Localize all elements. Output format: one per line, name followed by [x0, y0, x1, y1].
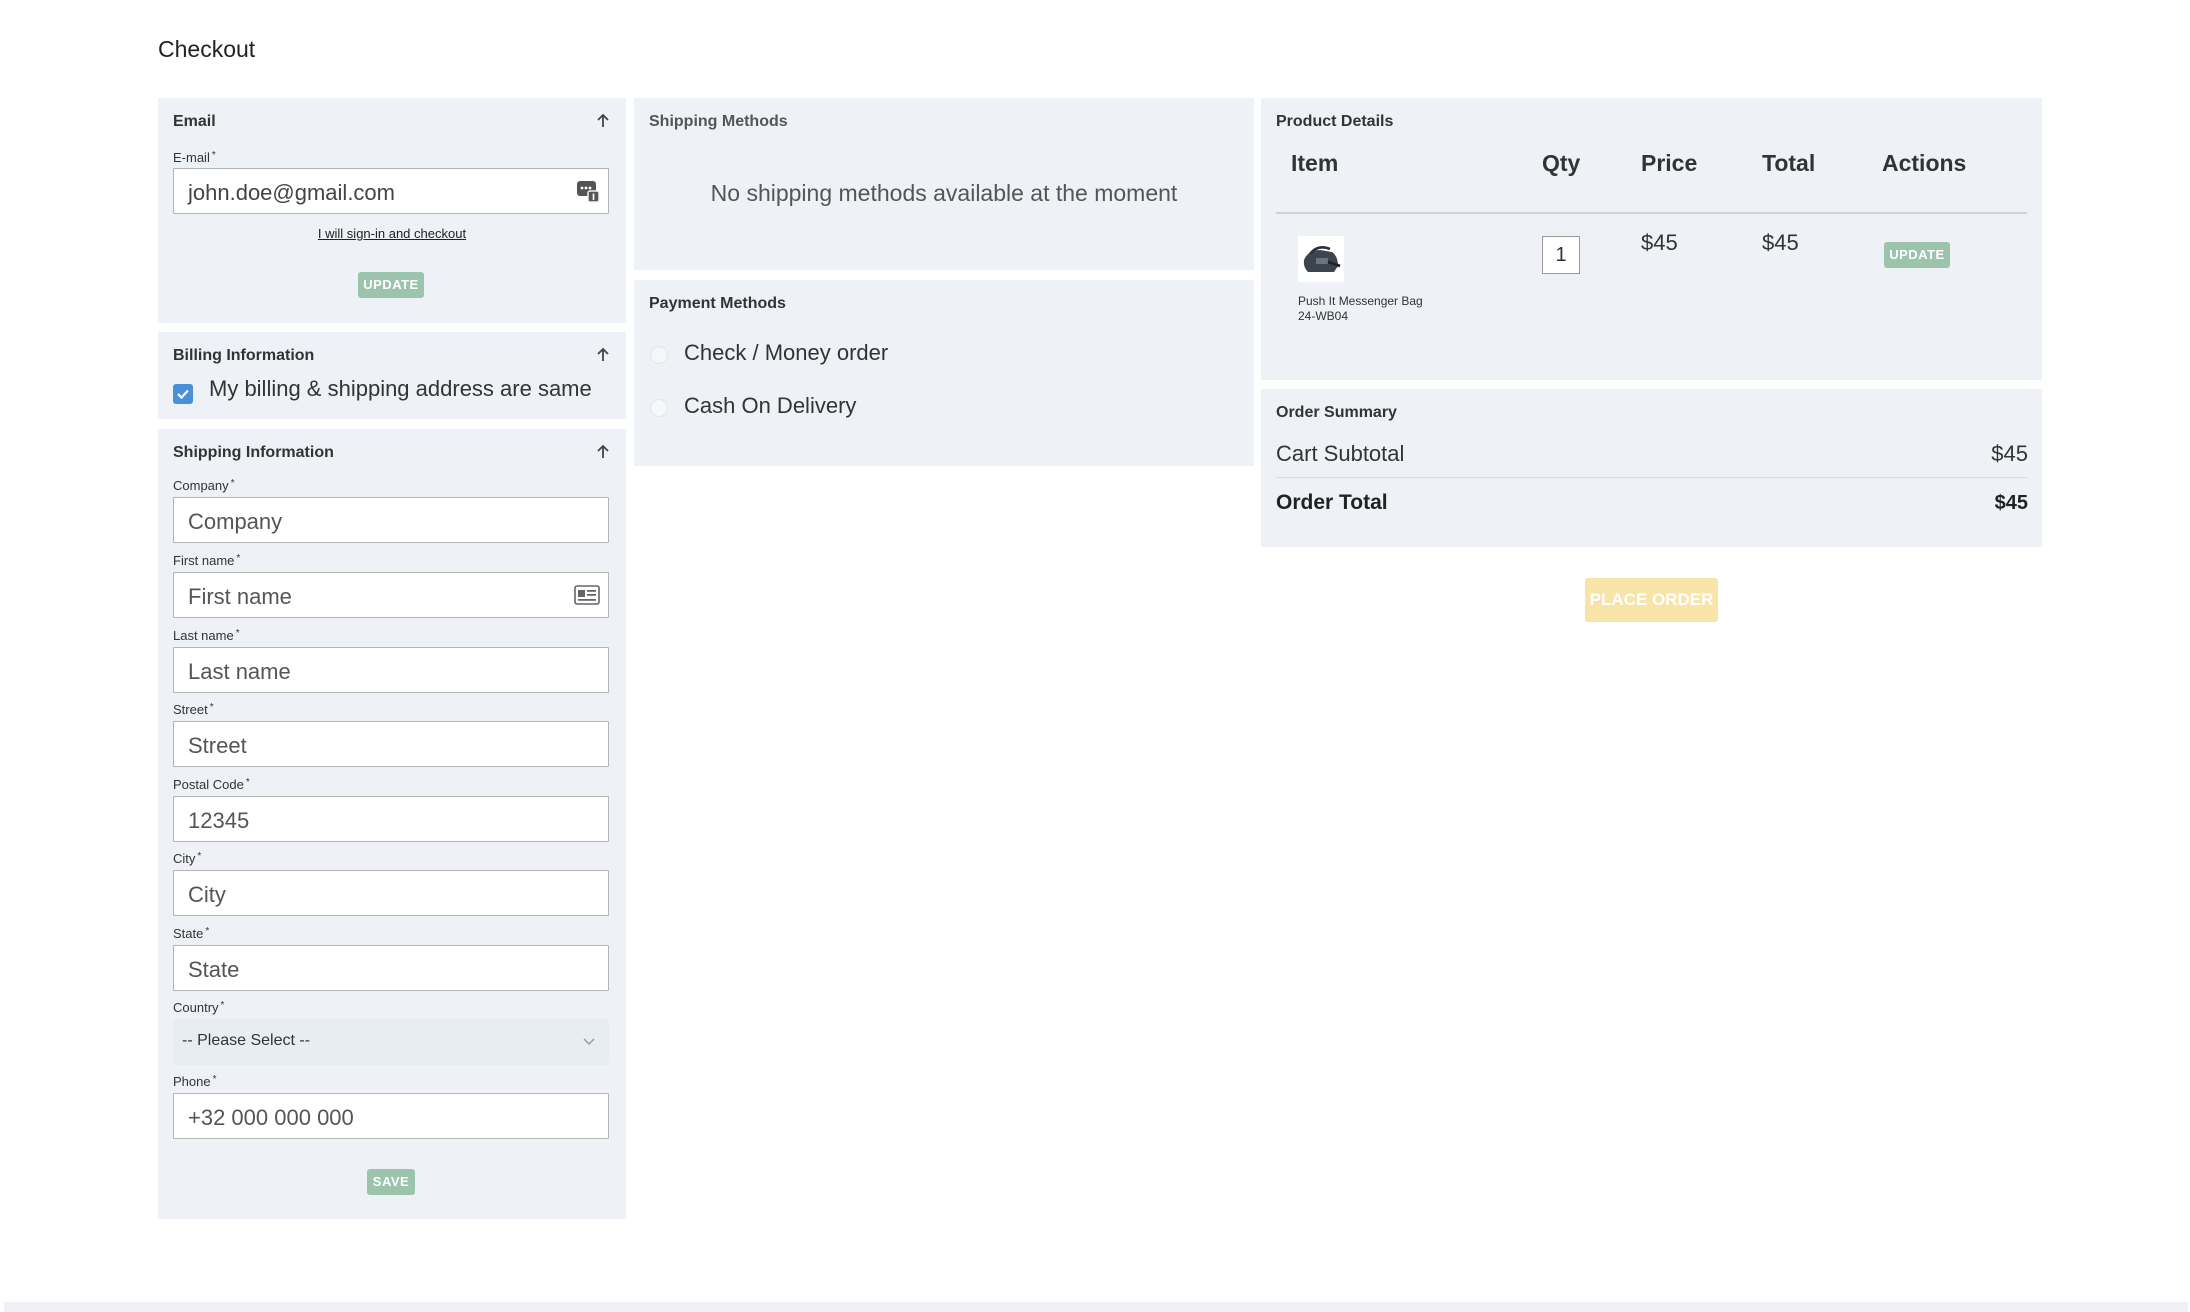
- quantity-input[interactable]: 1: [1542, 236, 1580, 274]
- payment-option-label[interactable]: Check / Money order: [684, 340, 888, 366]
- phone-placeholder: +32 000 000 000: [188, 1105, 354, 1130]
- postal-code-placeholder: 12345: [188, 808, 250, 833]
- save-button[interactable]: SAVE: [367, 1169, 415, 1195]
- page-title: Checkout: [158, 36, 256, 62]
- order-summary-title: Order Summary: [1276, 404, 1397, 421]
- country-label: Country *: [173, 1000, 225, 1015]
- company-placeholder: Company: [188, 509, 283, 534]
- arrow-up-icon[interactable]: [594, 112, 612, 130]
- column-header-actions: Actions: [1882, 150, 1967, 176]
- country-selected-value: -- Please Select --: [182, 1032, 311, 1049]
- product-sku: 24-WB04: [1298, 309, 1349, 323]
- street-field[interactable]: Street: [173, 721, 609, 767]
- last-name-field[interactable]: Last name: [173, 647, 609, 693]
- shipping-information-panel: Shipping Information Company * Company Fi…: [158, 429, 626, 1219]
- contact-card-icon[interactable]: [574, 585, 600, 605]
- street-label: Street *: [173, 702, 214, 717]
- first-name-placeholder: First name: [188, 584, 292, 609]
- quantity-value: 1: [1555, 244, 1567, 266]
- city-field[interactable]: City: [173, 870, 609, 916]
- email-field[interactable]: john.doe@gmail.com: [173, 168, 609, 214]
- table-row: Push It Messenger Bag 24-WB04 1 $45 $45 …: [1261, 214, 2042, 334]
- item-price: $45: [1641, 230, 1678, 255]
- summary-divider: [1276, 477, 2027, 478]
- country-select[interactable]: -- Please Select --: [173, 1019, 609, 1065]
- email-label: E-mail *: [173, 150, 216, 165]
- item-update-button[interactable]: UPDATE: [1884, 242, 1950, 268]
- signin-checkout-link[interactable]: I will sign-in and checkout: [158, 226, 626, 241]
- column-header-qty: Qty: [1542, 150, 1581, 176]
- autofill-key-icon[interactable]: [576, 179, 600, 203]
- last-name-label: Last name *: [173, 628, 240, 643]
- payment-methods-panel: Payment Methods Check / Money order Cash…: [634, 280, 1254, 466]
- arrow-up-icon[interactable]: [594, 346, 612, 364]
- email-value: john.doe@gmail.com: [188, 180, 395, 205]
- postal-code-field[interactable]: 12345: [173, 796, 609, 842]
- order-total-value: $45: [1994, 492, 2028, 514]
- first-name-field[interactable]: First name: [173, 572, 609, 618]
- state-placeholder: State: [188, 957, 240, 982]
- product-details-panel: Product Details Item Qty Price Total Act…: [1261, 98, 2042, 380]
- payment-methods-title: Payment Methods: [649, 295, 786, 312]
- phone-field[interactable]: +32 000 000 000: [173, 1093, 609, 1139]
- payment-radio-check-money-order[interactable]: [650, 346, 668, 364]
- product-name: Push It Messenger Bag: [1298, 294, 1423, 308]
- same-address-label: My billing & shipping address are same: [209, 376, 592, 401]
- column-header-item: Item: [1291, 150, 1339, 176]
- column-header-total: Total: [1762, 150, 1816, 176]
- company-label: Company *: [173, 478, 235, 493]
- billing-panel: Billing Information My billing & shippin…: [158, 332, 626, 419]
- state-label: State *: [173, 926, 210, 941]
- shipping-information-title: Shipping Information: [173, 444, 334, 461]
- order-total-label: Order Total: [1276, 491, 1388, 514]
- shipping-methods-title: Shipping Methods: [649, 113, 788, 130]
- cart-subtotal-value: $45: [1991, 441, 2028, 466]
- shipping-methods-panel: Shipping Methods No shipping methods ava…: [634, 98, 1254, 270]
- company-field[interactable]: Company: [173, 497, 609, 543]
- chevron-down-icon: [583, 1038, 595, 1045]
- product-details-title: Product Details: [1276, 113, 1394, 130]
- product-thumbnail[interactable]: [1298, 236, 1344, 282]
- email-update-button[interactable]: UPDATE: [358, 272, 424, 298]
- arrow-up-icon[interactable]: [594, 443, 612, 461]
- email-panel: Email E-mail * john.doe@gmail.com I will …: [158, 98, 626, 323]
- no-shipping-methods-message: No shipping methods available at the mom…: [710, 180, 1178, 206]
- same-address-checkbox[interactable]: [173, 384, 193, 404]
- city-placeholder: City: [188, 882, 226, 907]
- last-name-placeholder: Last name: [188, 659, 291, 684]
- city-label: City *: [173, 851, 202, 866]
- street-placeholder: Street: [188, 733, 247, 758]
- column-header-price: Price: [1641, 150, 1698, 176]
- payment-radio-cash-on-delivery[interactable]: [650, 399, 668, 417]
- billing-panel-title: Billing Information: [173, 347, 315, 364]
- email-panel-title: Email: [173, 113, 216, 130]
- postal-code-label: Postal Code *: [173, 777, 250, 792]
- payment-option-label[interactable]: Cash On Delivery: [684, 393, 856, 419]
- order-summary-panel: Order Summary Cart Subtotal $45 Order To…: [1261, 389, 2042, 547]
- first-name-label: First name *: [173, 553, 241, 568]
- cart-subtotal-label: Cart Subtotal: [1276, 441, 1405, 466]
- item-total: $45: [1762, 230, 1799, 255]
- place-order-button[interactable]: PLACE ORDER: [1585, 578, 1718, 622]
- checkmark-icon: [177, 389, 189, 400]
- footer-bar: [4, 1302, 2188, 1312]
- phone-label: Phone *: [173, 1074, 217, 1089]
- state-field[interactable]: State: [173, 945, 609, 991]
